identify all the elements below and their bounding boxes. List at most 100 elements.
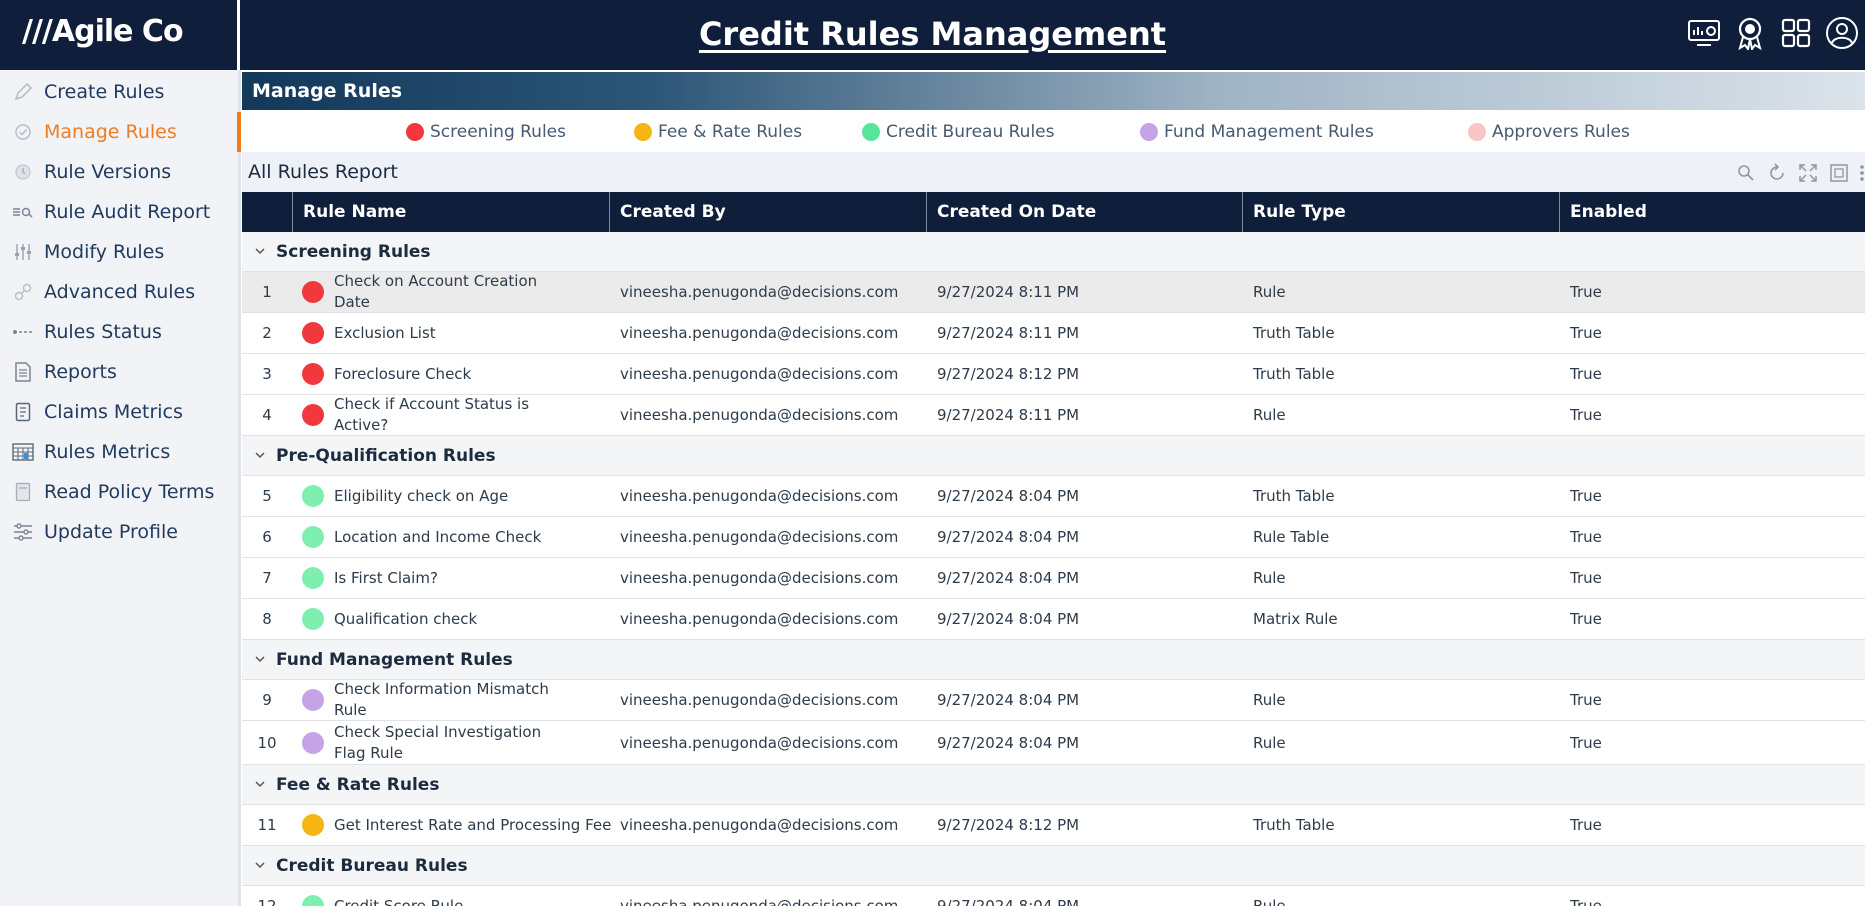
section-title: Manage Rules [242, 72, 1865, 110]
column-header-created-on-date[interactable]: Created On Date [937, 192, 1096, 232]
table-row[interactable]: 2 Exclusion List vineesha.penugonda@deci… [242, 313, 1865, 354]
rule-name-cell: Check Information Mismatch Rule [334, 680, 549, 719]
sidebar-item-reports[interactable]: Reports [0, 352, 238, 392]
rule-name-cell: Eligibility check on Age [334, 486, 509, 505]
enabled-cell: True [1570, 691, 1602, 709]
enabled-cell: True [1570, 569, 1602, 587]
table-row[interactable]: 11 Get Interest Rate and Processing Fee … [242, 805, 1865, 846]
created-on-cell: 9/27/2024 8:11 PM [937, 406, 1080, 424]
sidebar-item-create-rules[interactable]: Create Rules [0, 72, 238, 112]
created-on-cell: 9/27/2024 8:04 PM [937, 487, 1080, 505]
status-dot-icon [302, 731, 324, 754]
rule-name-cell: Check Special Investigation Flag Rule [334, 722, 542, 762]
column-header-created-by[interactable]: Created By [620, 192, 726, 232]
sidebar-item-label: Manage Rules [44, 121, 177, 143]
chevron-down-icon[interactable] [254, 244, 266, 262]
legend-item-approvers[interactable]: Approvers Rules [1468, 114, 1630, 150]
created-on-cell: 9/27/2024 8:11 PM [937, 283, 1080, 301]
group-title: Screening Rules [276, 242, 431, 262]
created-on-cell: 9/27/2024 8:12 PM [937, 816, 1080, 834]
chevron-down-icon[interactable] [254, 448, 266, 466]
table-row[interactable]: 1 Check on Account Creation Date vineesh… [242, 272, 1865, 313]
sidebar-item-update-profile[interactable]: Update Profile [0, 512, 238, 552]
status-dot-icon [302, 322, 324, 344]
column-header-enabled[interactable]: Enabled [1570, 192, 1647, 232]
column-separator [1242, 192, 1243, 232]
chevron-down-icon[interactable] [254, 652, 266, 670]
column-separator [1559, 192, 1560, 232]
rule-name-cell: Location and Income Check [334, 527, 542, 546]
row-number: 10 [257, 733, 277, 752]
report-title: All Rules Report [248, 161, 398, 183]
status-dot-icon [302, 404, 324, 426]
row-number: 7 [262, 569, 272, 587]
table-row[interactable]: 7 Is First Claim? vineesha.penugonda@dec… [242, 558, 1865, 599]
status-dot-icon [302, 281, 324, 303]
legend-label: Fund Management Rules [1164, 122, 1374, 142]
rule-name-cell: Foreclosure Check [334, 364, 472, 383]
sidebar-item-advanced-rules[interactable]: Advanced Rules [0, 272, 238, 312]
enabled-cell: True [1570, 816, 1602, 834]
group-row-fee-rate-rules[interactable]: Fee & Rate Rules [242, 765, 1865, 805]
group-row-credit-bureau-rules[interactable]: Credit Bureau Rules [242, 846, 1865, 886]
legend-item-credit-bureau[interactable]: Credit Bureau Rules [862, 114, 1055, 150]
sidebar-item-rules-metrics[interactable]: Rules Metrics [0, 432, 238, 472]
yellow-dot-icon [634, 123, 652, 141]
sidebar-item-read-policy-terms[interactable]: Read Policy Terms [0, 472, 238, 512]
row-number: 6 [262, 528, 272, 546]
sidebar-item-claims-metrics[interactable]: Claims Metrics [0, 392, 238, 432]
legend-item-fee-rate[interactable]: Fee & Rate Rules [634, 114, 802, 150]
created-by-cell: vineesha.penugonda@decisions.com [620, 324, 899, 342]
chevron-down-icon[interactable] [254, 777, 266, 795]
table-row[interactable]: 4 Check if Account Status is Active? vin… [242, 395, 1865, 436]
status-dot-icon [302, 526, 324, 548]
sidebar-item-label: Reports [44, 361, 117, 383]
rule-type-cell: Rule [1253, 283, 1286, 301]
expand-icon[interactable] [1797, 162, 1819, 184]
monitor-icon[interactable] [1687, 16, 1721, 50]
user-icon[interactable] [1825, 16, 1859, 50]
created-on-cell: 9/27/2024 8:11 PM [937, 324, 1080, 342]
group-row-screening-rules[interactable]: Screening Rules [242, 232, 1865, 272]
award-icon[interactable] [1733, 16, 1767, 50]
restore-icon[interactable] [1828, 162, 1850, 184]
sidebar-item-rule-versions[interactable]: Rule Versions [0, 152, 238, 192]
enabled-cell: True [1570, 324, 1602, 342]
sidebar-item-rules-status[interactable]: Rules Status [0, 312, 238, 352]
sidebar-item-label: Claims Metrics [44, 401, 183, 423]
group-row-fund-management-rules[interactable]: Fund Management Rules [242, 640, 1865, 680]
chevron-down-icon[interactable] [254, 858, 266, 876]
sidebar-item-rule-audit-report[interactable]: Rule Audit Report [0, 192, 238, 232]
row-number: 8 [262, 610, 272, 628]
more-icon[interactable] [1859, 162, 1865, 184]
refresh-icon[interactable] [1766, 162, 1788, 184]
row-number: 9 [262, 691, 272, 709]
status-icon [12, 321, 34, 343]
top-bar: ///Agile Co Credit Rules Management [0, 0, 1865, 70]
rule-name-cell: Is First Claim? [334, 568, 438, 587]
legend-item-screening[interactable]: Screening Rules [406, 114, 566, 150]
sidebar-item-modify-rules[interactable]: Modify Rules [0, 232, 238, 272]
rule-type-cell: Rule [1253, 897, 1286, 906]
legend-label: Credit Bureau Rules [886, 122, 1055, 142]
column-header-rule-type[interactable]: Rule Type [1253, 192, 1346, 232]
group-row-pre-qualification-rules[interactable]: Pre-Qualification Rules [242, 436, 1865, 476]
table-row[interactable]: 8 Qualification check vineesha.penugonda… [242, 599, 1865, 640]
table-row[interactable]: 6 Location and Income Check vineesha.pen… [242, 517, 1865, 558]
created-by-cell: vineesha.penugonda@decisions.com [620, 610, 899, 628]
report-toolbar: All Rules Report [242, 152, 1865, 192]
grid-icon[interactable] [1779, 16, 1813, 50]
status-dot-icon [302, 567, 324, 589]
table-row[interactable]: 5 Eligibility check on Age vineesha.penu… [242, 476, 1865, 517]
table-row[interactable]: 9 Check Information Mismatch Rule vinees… [242, 680, 1865, 721]
legend-item-fund-management[interactable]: Fund Management Rules [1140, 114, 1374, 150]
table-row[interactable]: 3 Foreclosure Check vineesha.penugonda@d… [242, 354, 1865, 395]
rule-type-legend: Screening Rules Fee & Rate Rules Credit … [242, 114, 1865, 150]
column-header-rule-name[interactable]: Rule Name [303, 192, 406, 232]
table-row[interactable]: 10 Check Special Investigation Flag Rule… [242, 721, 1865, 765]
table-row[interactable]: 12 Credit Score Rule vineesha.penugonda@… [242, 886, 1865, 906]
sidebar-item-manage-rules[interactable]: Manage Rules [0, 112, 241, 152]
column-separator [292, 192, 293, 232]
search-icon[interactable] [1735, 162, 1757, 184]
enabled-cell: True [1570, 487, 1602, 505]
